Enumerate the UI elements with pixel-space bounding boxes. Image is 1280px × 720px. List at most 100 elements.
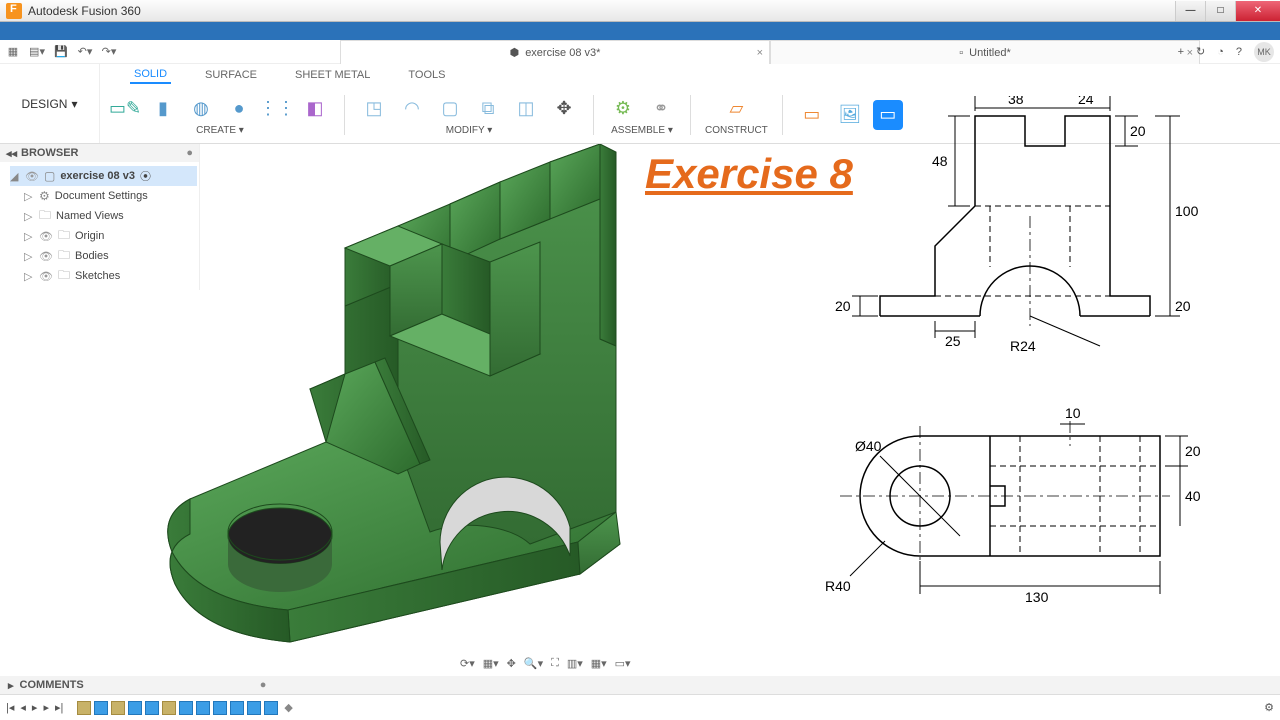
split-icon[interactable]: ◫ bbox=[511, 93, 541, 123]
lookat-icon[interactable]: ▦▾ bbox=[483, 657, 499, 670]
browser-header[interactable]: ◂◂ BROWSER ● bbox=[0, 144, 199, 162]
visibility-icon[interactable]: 👁 bbox=[39, 230, 53, 243]
undo-icon[interactable]: ↶▾ bbox=[78, 45, 92, 59]
pan-icon[interactable]: ✥ bbox=[507, 657, 516, 670]
expand-icon[interactable]: ▷ bbox=[24, 190, 34, 203]
shell-icon[interactable]: ▢ bbox=[435, 93, 465, 123]
timeline-feature[interactable] bbox=[77, 701, 91, 715]
modify-group-label[interactable]: MODIFY ▾ bbox=[446, 125, 493, 136]
pin-icon[interactable]: ● bbox=[260, 679, 267, 691]
expand-icon[interactable]: ▷ bbox=[24, 210, 34, 223]
save-icon[interactable]: 💾 bbox=[54, 45, 68, 59]
timeline-settings-icon[interactable]: ⚙ bbox=[1264, 701, 1274, 714]
workspace-selector[interactable]: DESIGN▾ bbox=[0, 64, 100, 143]
sphere-icon[interactable]: ● bbox=[224, 93, 254, 123]
folder-icon: 🗀 bbox=[58, 266, 70, 287]
pattern-icon[interactable]: ⋮⋮ bbox=[262, 93, 292, 123]
window-titlebar: Autodesk Fusion 360 — □ ✕ bbox=[0, 0, 1280, 22]
extensions-icon[interactable]: ↻ bbox=[1196, 45, 1205, 58]
navigation-bar: ⟳▾ ▦▾ ✥ 🔍▾ ⛶ ▥▾ ▦▾ ▭▾ bbox=[460, 654, 631, 672]
grid-icon[interactable]: ▦▾ bbox=[591, 657, 607, 670]
timeline-feature[interactable] bbox=[145, 701, 159, 715]
viewport-icon[interactable]: ▭▾ bbox=[615, 657, 631, 670]
minimize-button[interactable]: — bbox=[1175, 1, 1205, 21]
timeline-feature[interactable] bbox=[196, 701, 210, 715]
timeline-start-icon[interactable]: |◂ bbox=[6, 701, 14, 714]
timeline-feature[interactable] bbox=[247, 701, 261, 715]
maximize-button[interactable]: □ bbox=[1205, 1, 1235, 21]
collapse-arrow-icon[interactable]: ◢ bbox=[10, 170, 20, 183]
asbuilt-icon[interactable]: ⚭ bbox=[646, 93, 676, 123]
timeline-next-icon[interactable]: ▸ bbox=[43, 701, 49, 714]
tree-item-views[interactable]: ▷🗀Named Views bbox=[10, 206, 197, 226]
orbit-icon[interactable]: ⟳▾ bbox=[460, 657, 475, 670]
tree-item-settings[interactable]: ▷⚙Document Settings bbox=[10, 186, 197, 206]
sketch-icon[interactable]: ▭✎ bbox=[110, 93, 140, 123]
tab-sheetmetal[interactable]: SHEET METAL bbox=[291, 67, 374, 83]
tree-root[interactable]: ◢ 👁 ▢ exercise 08 v3 ⦿ bbox=[10, 166, 197, 186]
form-icon[interactable]: ◧ bbox=[300, 93, 330, 123]
timeline-feature[interactable] bbox=[213, 701, 227, 715]
svg-text:130: 130 bbox=[1025, 589, 1049, 605]
expand-icon[interactable]: ▷ bbox=[24, 250, 34, 263]
assemble-group-label[interactable]: ASSEMBLE ▾ bbox=[611, 125, 673, 136]
close-button[interactable]: ✕ bbox=[1235, 1, 1280, 21]
help-icon[interactable]: ? bbox=[1236, 46, 1242, 58]
user-avatar[interactable]: MK bbox=[1254, 42, 1274, 62]
visibility-icon[interactable]: 👁 bbox=[25, 170, 39, 183]
fit-icon[interactable]: ⛶ bbox=[551, 657, 559, 670]
timeline-prev-icon[interactable]: ◂ bbox=[20, 701, 26, 714]
doc-tab-1[interactable]: ⬢ exercise 08 v3* × bbox=[340, 40, 770, 64]
grid-icon[interactable]: ▦ bbox=[6, 45, 20, 59]
timeline-feature[interactable] bbox=[179, 701, 193, 715]
timeline-feature[interactable] bbox=[230, 701, 244, 715]
expand-icon[interactable]: ▸ bbox=[8, 679, 14, 692]
tab-solid[interactable]: SOLID bbox=[130, 66, 171, 84]
expand-icon[interactable]: ▷ bbox=[24, 230, 34, 243]
activate-icon[interactable]: ⦿ bbox=[140, 168, 151, 184]
timeline-end-icon[interactable]: ▸| bbox=[55, 701, 63, 714]
create-group-label[interactable]: CREATE ▾ bbox=[196, 125, 244, 136]
cylinder-icon[interactable]: ◍ bbox=[186, 93, 216, 123]
presspull-icon[interactable]: ◳ bbox=[359, 93, 389, 123]
timeline-feature[interactable] bbox=[111, 701, 125, 715]
qat-right: + ↻ ◔ ? MK bbox=[1178, 42, 1274, 62]
redo-icon[interactable]: ↷▾ bbox=[102, 45, 116, 59]
visibility-icon[interactable]: 👁 bbox=[39, 270, 53, 283]
timeline-feature[interactable] bbox=[264, 701, 278, 715]
close-tab-icon[interactable]: × bbox=[757, 47, 763, 59]
tree-item-origin[interactable]: ▷👁🗀Origin bbox=[10, 226, 197, 246]
timeline-feature[interactable] bbox=[94, 701, 108, 715]
svg-text:38: 38 bbox=[1008, 96, 1024, 107]
plane-icon[interactable]: ▱ bbox=[721, 93, 751, 123]
folder-icon: 🗀 bbox=[39, 206, 51, 227]
file-menu-icon[interactable]: ▤▾ bbox=[30, 45, 44, 59]
job-status-icon[interactable]: ◔ bbox=[1217, 46, 1224, 58]
doc-tab-2[interactable]: ▫ Untitled* × bbox=[770, 40, 1200, 64]
tab-tools[interactable]: TOOLS bbox=[404, 67, 449, 83]
svg-text:40: 40 bbox=[1185, 488, 1201, 504]
timeline-feature[interactable] bbox=[128, 701, 142, 715]
construct-group-label[interactable]: CONSTRUCT bbox=[705, 125, 768, 136]
new-tab-icon[interactable]: + bbox=[1178, 46, 1184, 58]
tree-item-bodies[interactable]: ▷👁🗀Bodies bbox=[10, 246, 197, 266]
collapse-icon[interactable]: ◂◂ bbox=[6, 147, 17, 160]
timeline-feature[interactable] bbox=[162, 701, 176, 715]
joint-icon[interactable]: ⚙ bbox=[608, 93, 638, 123]
box-icon[interactable]: ▮ bbox=[148, 93, 178, 123]
move-icon[interactable]: ✥ bbox=[549, 93, 579, 123]
zoom-icon[interactable]: 🔍▾ bbox=[524, 657, 543, 670]
tab-surface[interactable]: SURFACE bbox=[201, 67, 261, 83]
visibility-icon[interactable]: 👁 bbox=[39, 250, 53, 263]
timeline-marker-icon[interactable]: ◆ bbox=[284, 701, 292, 714]
svg-text:10: 10 bbox=[1065, 405, 1081, 421]
timeline-play-icon[interactable]: ▸ bbox=[32, 701, 38, 714]
combine-icon[interactable]: ⧉ bbox=[473, 93, 503, 123]
app-title: Autodesk Fusion 360 bbox=[28, 4, 141, 18]
expand-icon[interactable]: ▷ bbox=[24, 270, 34, 283]
comments-bar[interactable]: ▸ COMMENTS ● bbox=[0, 676, 1280, 694]
fillet-icon[interactable]: ◠ bbox=[397, 93, 427, 123]
tree-item-sketches[interactable]: ▷👁🗀Sketches bbox=[10, 266, 197, 286]
pin-icon[interactable]: ● bbox=[186, 147, 193, 159]
display-icon[interactable]: ▥▾ bbox=[567, 657, 583, 670]
